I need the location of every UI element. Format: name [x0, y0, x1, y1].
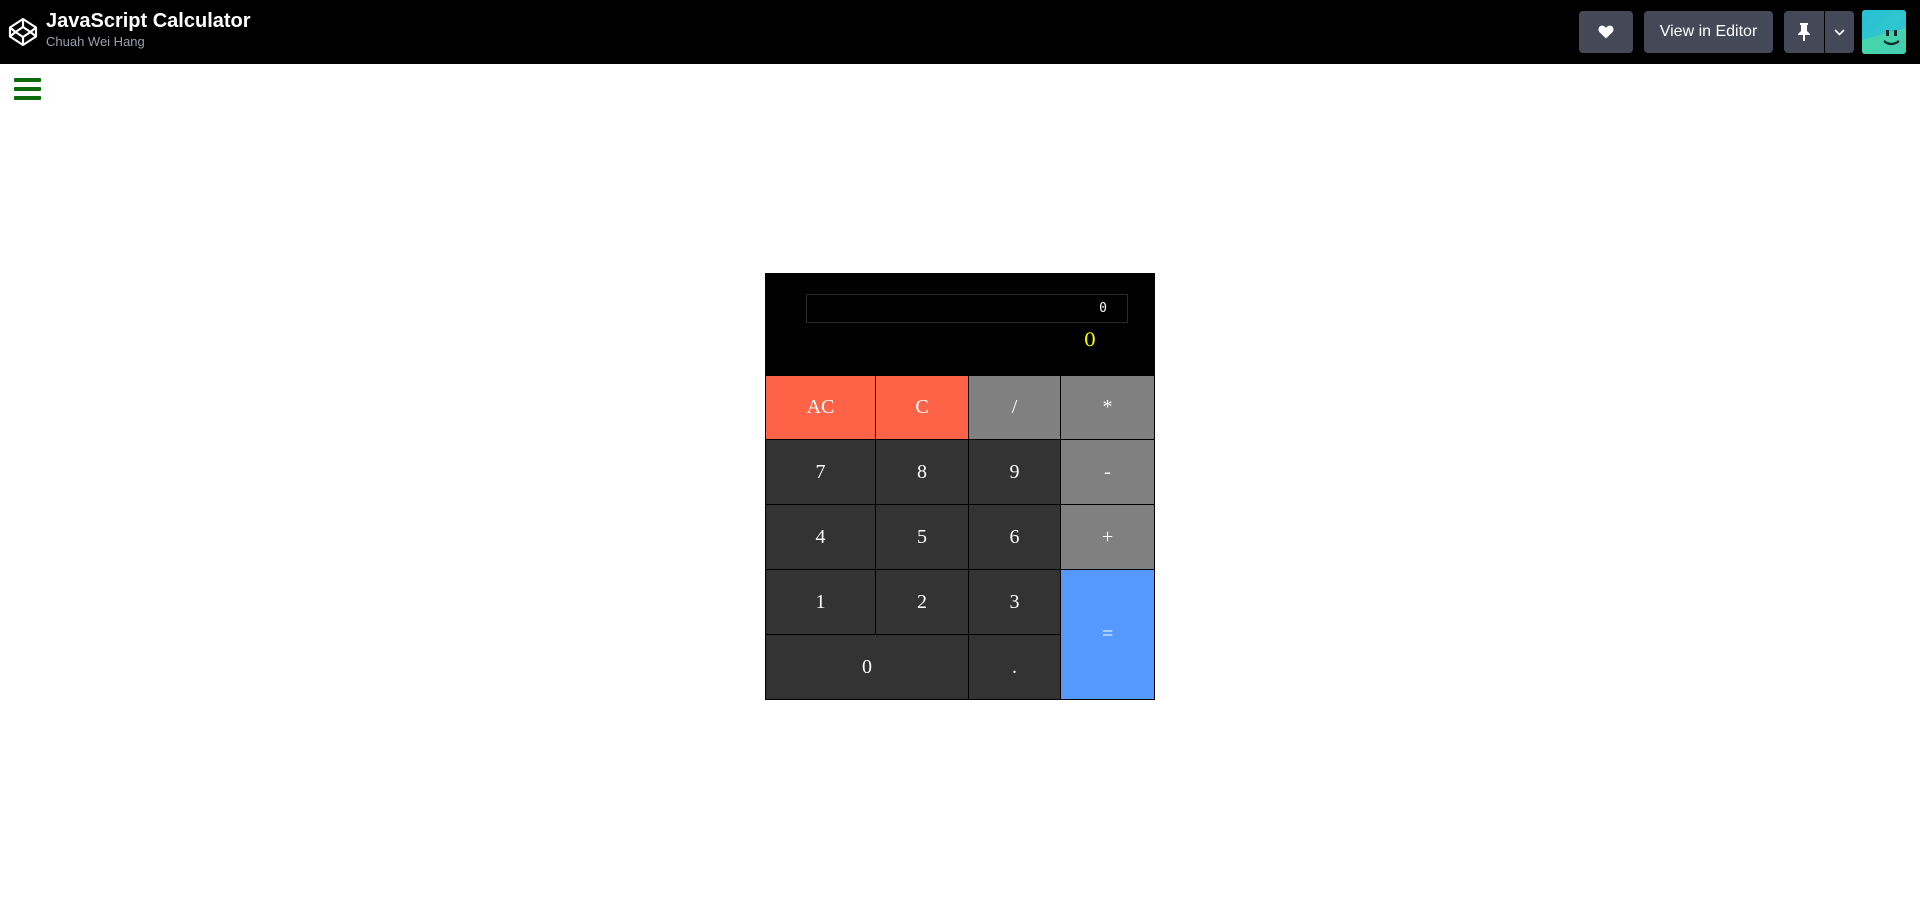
codepen-logo-icon[interactable] [7, 16, 39, 48]
eight-button[interactable]: 8 [876, 440, 968, 504]
six-button[interactable]: 6 [969, 505, 1060, 569]
multiply-button[interactable]: * [1061, 376, 1154, 439]
top-bar: JavaScript Calculator Chuah Wei Hang Vie… [0, 0, 1920, 64]
equals-button[interactable]: = [1061, 570, 1154, 699]
pen-title-block: JavaScript Calculator Chuah Wei Hang [46, 9, 251, 50]
hamburger-menu-icon[interactable] [14, 78, 41, 100]
heart-icon [1598, 25, 1614, 39]
view-in-editor-button[interactable]: View in Editor [1644, 11, 1773, 53]
clear-entry-button[interactable]: C [876, 376, 968, 439]
pin-button[interactable] [1784, 11, 1824, 53]
three-button[interactable]: 3 [969, 570, 1060, 634]
divide-button[interactable]: / [969, 376, 1060, 439]
decimal-button[interactable]: . [969, 635, 1060, 699]
seven-button[interactable]: 7 [766, 440, 875, 504]
nine-button[interactable]: 9 [969, 440, 1060, 504]
pen-author-link[interactable]: Chuah Wei Hang [46, 34, 251, 50]
add-button[interactable]: + [1061, 505, 1154, 569]
pin-icon [1798, 23, 1810, 41]
clear-all-button[interactable]: AC [766, 376, 875, 439]
avatar-face-icon [1862, 10, 1906, 54]
calculator-display: 0 0 [766, 274, 1154, 376]
subtract-button[interactable]: - [1061, 440, 1154, 504]
one-button[interactable]: 1 [766, 570, 875, 634]
chevron-down-icon [1834, 28, 1845, 36]
pin-dropdown-button[interactable] [1825, 11, 1854, 53]
user-avatar[interactable] [1862, 10, 1906, 54]
output-display: 0 [1083, 329, 1096, 351]
five-button[interactable]: 5 [876, 505, 968, 569]
four-button[interactable]: 4 [766, 505, 875, 569]
calculator: 0 0 AC C / * 7 8 9 - 4 5 6 + 1 2 3 = 0 . [765, 273, 1155, 700]
formula-display: 0 [806, 294, 1128, 323]
pen-title: JavaScript Calculator [46, 10, 251, 32]
two-button[interactable]: 2 [876, 570, 968, 634]
heart-button[interactable] [1579, 11, 1633, 53]
zero-button[interactable]: 0 [766, 635, 968, 699]
